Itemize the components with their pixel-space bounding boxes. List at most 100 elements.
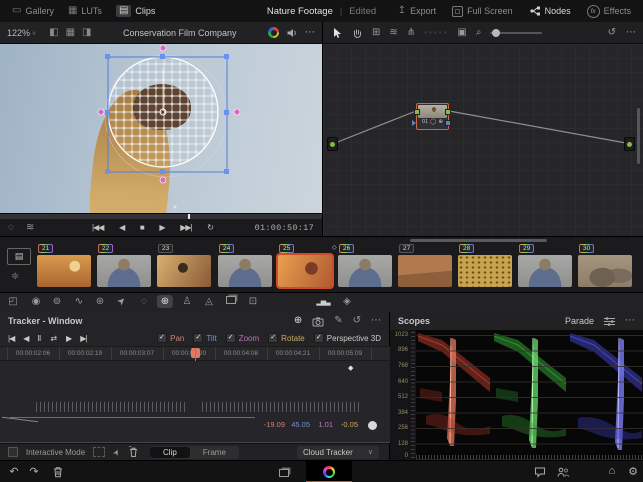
- node-key-input[interactable]: [412, 120, 416, 126]
- histogram-icon[interactable]: ▂▅▃: [316, 298, 329, 306]
- track-forward-button[interactable]: ▶: [66, 334, 71, 343]
- undo-button[interactable]: ↶: [9, 465, 18, 478]
- interactive-mode-checkbox[interactable]: [8, 447, 18, 457]
- tracker-graph[interactable]: ◆ -19.09 45.05 1.01 -0.05: [0, 361, 390, 443]
- clip-filter-icon[interactable]: ≑: [11, 271, 19, 282]
- viewer-zoom-select[interactable]: 122% ˅: [7, 28, 36, 38]
- chat-button[interactable]: [534, 466, 546, 478]
- grab-still-icon[interactable]: ▣: [457, 28, 466, 38]
- clip-25-selected[interactable]: 25: [278, 242, 332, 287]
- clip-27[interactable]: 27: [398, 242, 452, 287]
- qualifier-icon[interactable]: ⊛: [96, 296, 104, 307]
- export-button[interactable]: ↥ Export: [392, 3, 442, 20]
- add-tracker-point-icon[interactable]: ⊕: [294, 316, 302, 326]
- layers-icon[interactable]: ≋: [26, 223, 34, 233]
- track-to-start-button[interactable]: |◀: [8, 334, 14, 343]
- key-icon[interactable]: [226, 296, 236, 307]
- node-rgb-output[interactable]: [445, 109, 451, 115]
- motion-effects-icon[interactable]: ◈: [343, 296, 351, 307]
- tracker-more-icon[interactable]: ⋯: [371, 316, 381, 326]
- home-button[interactable]: ⌂: [609, 465, 616, 477]
- viewer-image[interactable]: [0, 44, 322, 213]
- tracker-reset-icon[interactable]: ↺: [353, 316, 361, 326]
- node-reset-icon[interactable]: ↺: [608, 28, 616, 38]
- audio-icon[interactable]: [286, 27, 298, 39]
- color-wheel-icon[interactable]: [268, 27, 279, 38]
- next-clip-button[interactable]: ▶▶|: [180, 223, 191, 232]
- pen-icon[interactable]: ✎: [334, 316, 342, 326]
- step-back-button[interactable]: ◀: [119, 223, 124, 232]
- clip-27-thumbnail[interactable]: [398, 255, 452, 287]
- luts-button[interactable]: ▦ LUTs: [62, 4, 108, 18]
- clips-view-icon[interactable]: ▤: [7, 248, 31, 265]
- combiner-node-icon[interactable]: ⋔: [407, 28, 415, 38]
- perspective3d-checkbox[interactable]: ✓ Perspective 3D: [314, 333, 381, 343]
- camera-icon[interactable]: [312, 316, 324, 327]
- frame-mode-button[interactable]: Frame: [190, 447, 239, 458]
- loop-button[interactable]: ↻: [207, 223, 214, 232]
- hand-tool-icon[interactable]: [351, 27, 363, 39]
- patch-icon[interactable]: ⊡: [249, 296, 257, 307]
- track-bidir-button[interactable]: ⇄: [50, 334, 57, 343]
- picker-icon[interactable]: ➤: [115, 295, 129, 309]
- clip-24[interactable]: 24: [218, 242, 272, 287]
- clip-21-thumbnail[interactable]: [37, 255, 91, 287]
- node-zoom-knob[interactable]: [492, 29, 500, 37]
- track-pause-button[interactable]: Ⅱ: [37, 334, 41, 343]
- add-layer-node-icon[interactable]: ≋: [389, 28, 397, 38]
- fullscreen-button[interactable]: Full Screen: [446, 3, 519, 20]
- curves-icon[interactable]: ∿: [75, 296, 83, 307]
- graph-keyframe-icon[interactable]: ◆: [348, 364, 353, 372]
- clip-25-thumbnail[interactable]: [278, 255, 332, 287]
- clip-mode-button[interactable]: Clip: [150, 447, 190, 458]
- zoom-checkbox[interactable]: ✓ Zoom: [226, 333, 259, 343]
- clip-30[interactable]: 30: [578, 242, 632, 287]
- clip-28[interactable]: 28: [458, 242, 512, 287]
- color-page-tab-active[interactable]: [306, 461, 352, 482]
- delete-point-icon[interactable]: [128, 446, 139, 458]
- tracker-type-dropdown[interactable]: Cloud Tracker ∨: [297, 446, 379, 459]
- blur-icon[interactable]: ◬: [205, 296, 213, 307]
- clip-26[interactable]: 26: [338, 242, 392, 287]
- scope-settings-icon[interactable]: [604, 317, 615, 326]
- pointer-tool-icon[interactable]: [331, 27, 342, 39]
- single-viewer-icon[interactable]: ◧: [49, 28, 58, 38]
- corrector-node-01[interactable]: 01 ◯ ⊕: [416, 103, 449, 130]
- clip-21[interactable]: 21: [37, 242, 91, 287]
- hdr-wheels-icon[interactable]: ⊚: [53, 296, 61, 307]
- add-serial-node-icon[interactable]: ⊞: [372, 28, 380, 38]
- clip-22[interactable]: 22: [97, 242, 151, 287]
- add-point-cursor-icon[interactable]: ➤: [111, 447, 122, 457]
- rotate-checkbox[interactable]: ✓ Rotate: [268, 333, 305, 343]
- clip-24-thumbnail[interactable]: [218, 255, 272, 287]
- clip-23[interactable]: 23: [157, 242, 211, 287]
- power-window-icon[interactable]: ◌: [141, 296, 147, 307]
- redo-button[interactable]: ↷: [29, 465, 38, 478]
- sizing-icon[interactable]: ◰: [8, 296, 17, 307]
- node-more-icon[interactable]: ⋯: [626, 28, 636, 38]
- clip-29[interactable]: 29: [518, 242, 572, 287]
- color-wheels-icon[interactable]: ◉: [32, 296, 41, 307]
- effects-button[interactable]: fx Effects: [581, 3, 637, 20]
- prev-clip-button[interactable]: |◀◀: [92, 223, 103, 232]
- track-backward-button[interactable]: ◀: [23, 334, 28, 343]
- clip-29-thumbnail[interactable]: [518, 255, 572, 287]
- magic-mask-icon[interactable]: ♙: [183, 296, 192, 307]
- collaboration-button[interactable]: [557, 466, 570, 478]
- edit-page-button[interactable]: [279, 468, 289, 480]
- output-port[interactable]: [624, 137, 635, 151]
- node-key-output[interactable]: [445, 120, 451, 126]
- clip-23-thumbnail[interactable]: [157, 255, 211, 287]
- settings-button[interactable]: ⚙: [628, 465, 638, 478]
- node-canvas-scrollbar[interactable]: [637, 108, 640, 164]
- viewer-more-icon[interactable]: ⋯: [305, 28, 315, 38]
- node-rgb-input[interactable]: [414, 109, 420, 115]
- clip-30-thumbnail[interactable]: [578, 255, 632, 287]
- track-to-end-button[interactable]: ▶|: [80, 334, 86, 343]
- find-node-icon[interactable]: ⌕: [476, 28, 482, 38]
- clips-button[interactable]: ▤ Clips: [110, 3, 161, 19]
- gallery-button[interactable]: ▭ Gallery: [6, 4, 60, 18]
- grid-viewer-icon[interactable]: ▦: [66, 28, 75, 38]
- clip-26-thumbnail[interactable]: [338, 255, 392, 287]
- node-zoom-slider[interactable]: [490, 32, 542, 34]
